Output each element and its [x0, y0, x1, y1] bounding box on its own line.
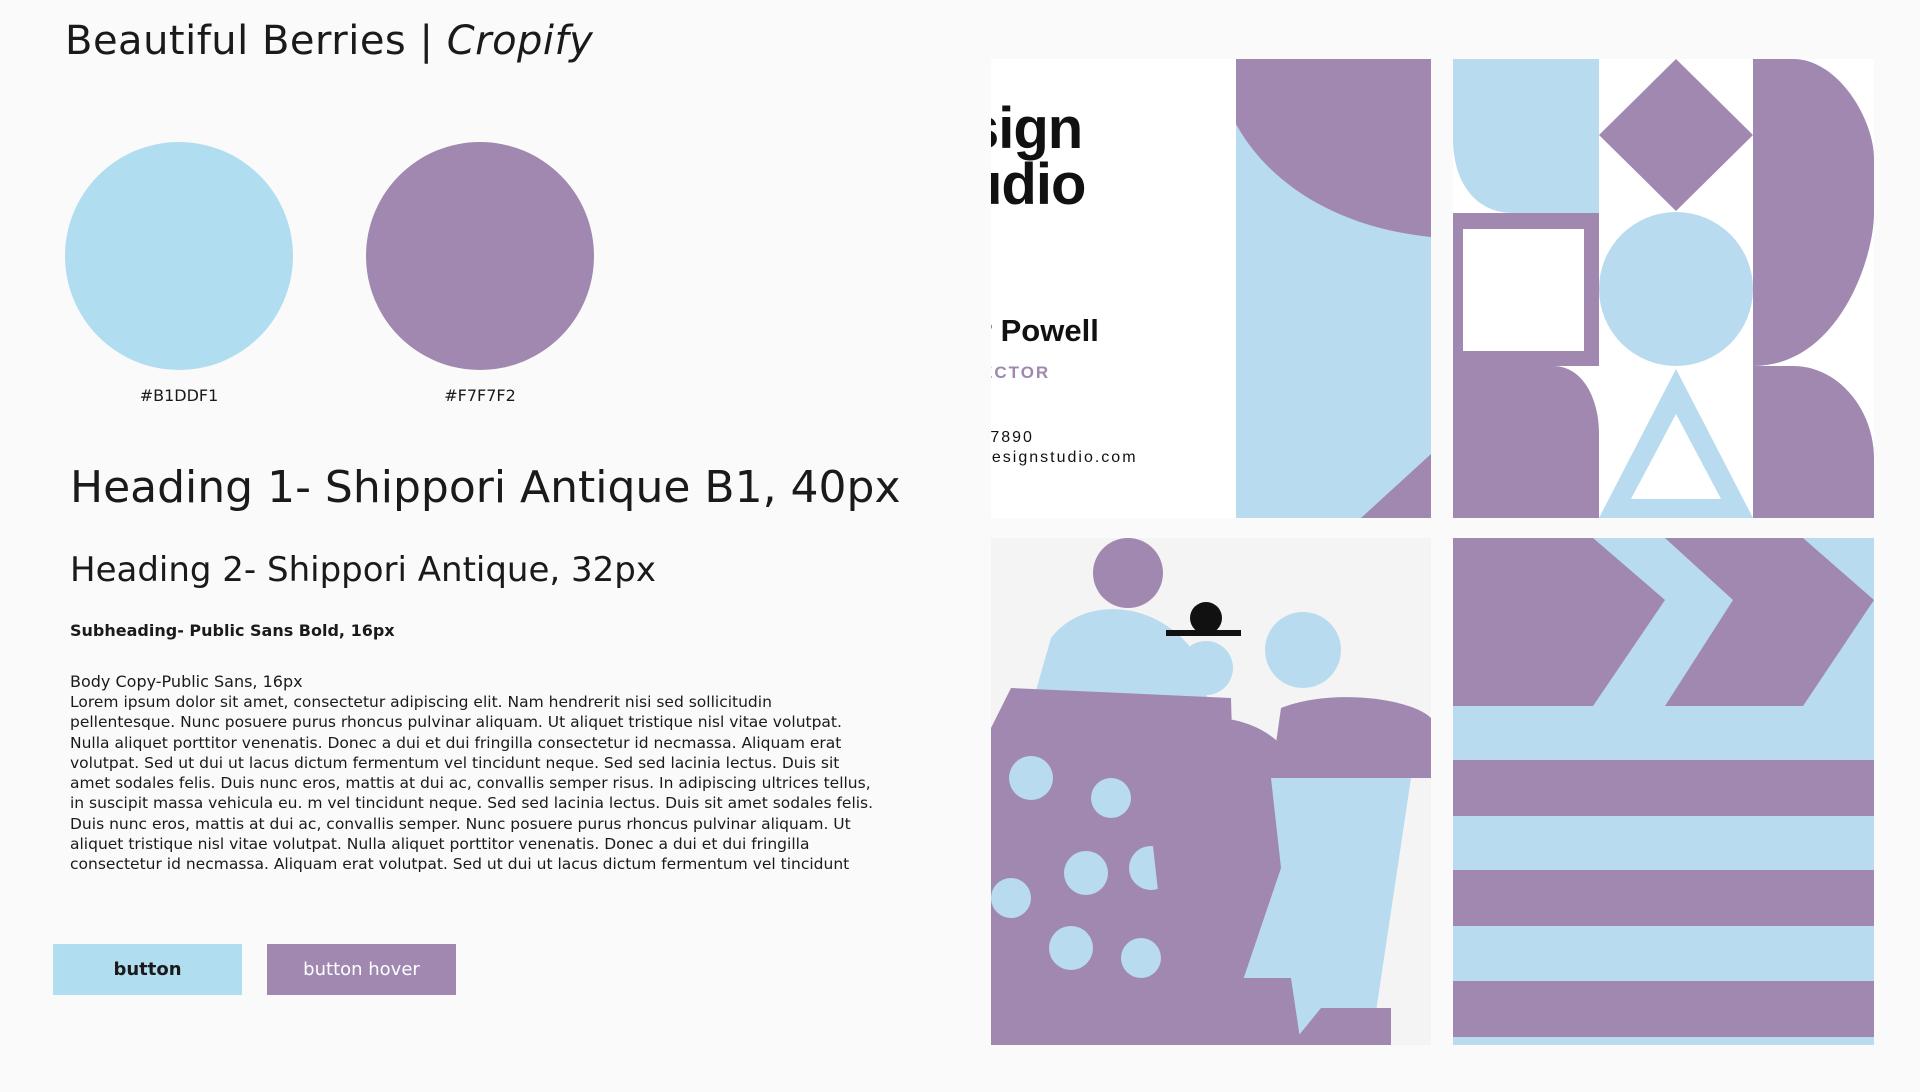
- card-website: designstudio.com: [991, 449, 1138, 466]
- sample-button-hover[interactable]: button hover: [267, 944, 456, 995]
- geometric-pattern-graphic: [1453, 59, 1874, 518]
- color-swatch-purple: [366, 142, 594, 370]
- card-phone: -7890: [991, 429, 1034, 446]
- card-line-1: sign: [991, 96, 1083, 161]
- geometric-pattern-tile: [1453, 59, 1874, 518]
- people-illustration-graphic: [991, 538, 1431, 1045]
- subheading-sample: Subheading- Public Sans Bold, 16px: [70, 621, 395, 640]
- title-main: Beautiful Berries |: [65, 18, 447, 64]
- heading1-sample: Heading 1- Shippori Antique B1, 40px: [70, 462, 901, 513]
- sample-button[interactable]: button: [53, 944, 242, 995]
- color-swatch-blue: [65, 142, 293, 370]
- heading2-sample: Heading 2- Shippori Antique, 32px: [70, 550, 656, 590]
- business-card-mockup: sign udio ur Powell ECTOR -7890 designst…: [991, 59, 1431, 518]
- card-person-name: ur Powell: [991, 313, 1099, 348]
- body-copy-text: Lorem ipsum dolor sit amet, consectetur …: [70, 693, 874, 874]
- stripe-pattern-tile: [1453, 538, 1874, 1045]
- card-studio-name: sign udio: [991, 96, 1086, 217]
- card-line-2: udio: [991, 152, 1086, 217]
- body-copy-label: Body Copy-Public Sans, 16px: [70, 672, 303, 691]
- card-role: ECTOR: [991, 363, 1051, 382]
- stripe-pattern-graphic: [1453, 538, 1874, 1045]
- page-title: Beautiful Berries | Cropify: [65, 18, 593, 64]
- color-swatch-purple-label: #F7F7F2: [444, 386, 516, 405]
- title-brand: Cropify: [446, 18, 594, 64]
- people-illustration: [991, 538, 1431, 1045]
- color-swatch-blue-label: #B1DDF1: [139, 386, 219, 405]
